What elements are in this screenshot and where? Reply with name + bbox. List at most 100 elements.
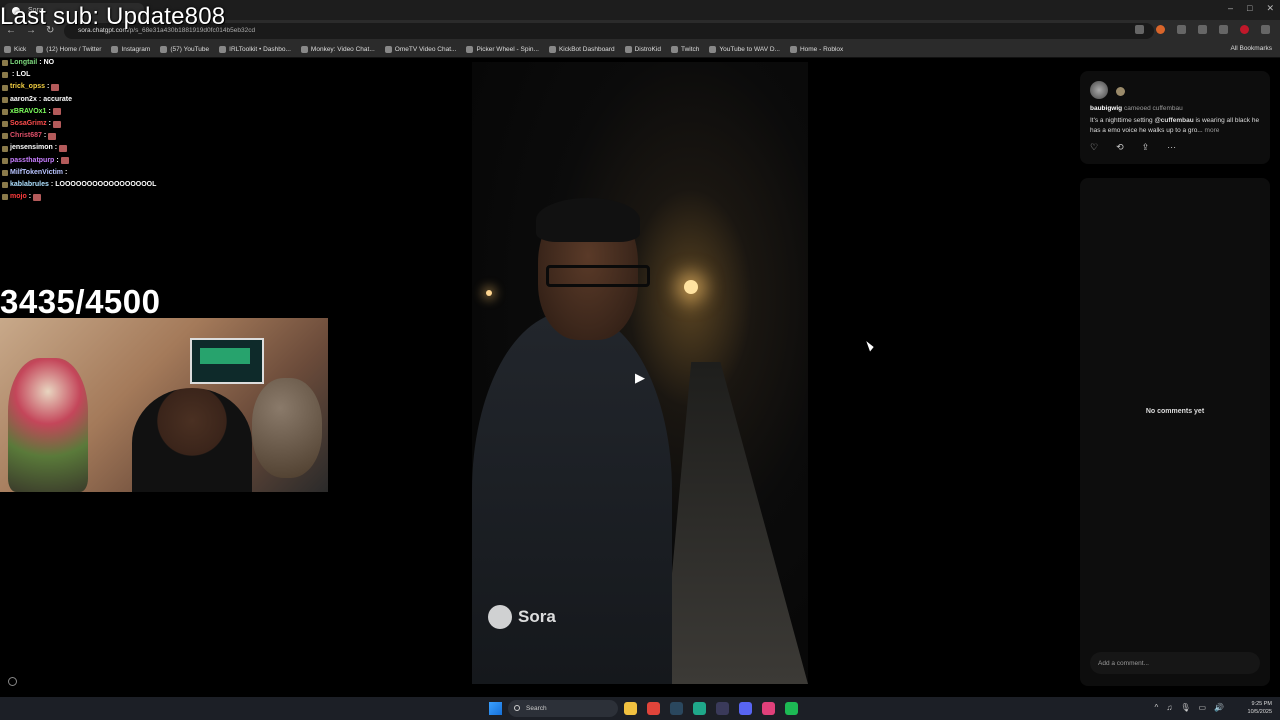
comment-input[interactable] xyxy=(1090,652,1260,674)
star-bookmark-icon[interactable] xyxy=(1135,25,1144,34)
bookmark-label: Instagram xyxy=(121,46,151,53)
tray-audio-app-icon[interactable]: ♫ xyxy=(1166,703,1172,712)
chat-badge-icon xyxy=(2,96,8,103)
settings-icon[interactable] xyxy=(8,677,17,686)
bookmark-label: Twitch xyxy=(680,46,700,53)
user-avatar[interactable] xyxy=(1090,81,1108,99)
share-icon[interactable]: ⇪ xyxy=(1142,142,1150,153)
chat-badge-icon xyxy=(2,84,8,91)
chat-separator: : xyxy=(38,95,42,103)
chat-emote-icon xyxy=(48,132,57,140)
tray-chevron-icon[interactable]: ^ xyxy=(1155,703,1159,712)
chat-text: accurate xyxy=(43,95,72,103)
bookmark-label: YouTube to WAV D... xyxy=(719,46,780,53)
chat-separator: : xyxy=(28,193,32,201)
bookmark-label: Home - Roblox xyxy=(799,46,844,53)
sora-watermark-text: Sora xyxy=(518,607,556,626)
chat-emote-icon xyxy=(52,108,61,116)
post-action: cameoed cuffembau xyxy=(1123,105,1183,112)
bookmark-item[interactable]: IRLToolkit • Dashbo... xyxy=(219,46,291,53)
app-pink-icon[interactable] xyxy=(762,702,775,715)
windows-start-icon[interactable] xyxy=(489,702,502,715)
menu-kebab-icon[interactable] xyxy=(1261,25,1270,34)
last-sub-overlay: Last sub: Update808 xyxy=(0,3,226,30)
app-green-icon[interactable] xyxy=(693,702,706,715)
remix-icon[interactable]: ⟲ xyxy=(1116,142,1124,153)
chat-message: jensensimon: xyxy=(2,142,322,154)
url-input[interactable]: sora.chatgpt.com/p/s_68e31a430b1881919d0… xyxy=(64,23,1154,39)
bookmark-item[interactable]: Monkey: Video Chat... xyxy=(300,46,375,53)
more-link[interactable]: more xyxy=(1205,127,1220,134)
sora-logo-icon xyxy=(488,605,512,629)
video-person-hair xyxy=(536,198,640,242)
bookmark-favicon-icon xyxy=(670,46,678,53)
extension-orange-icon[interactable] xyxy=(1156,25,1165,34)
chat-message: kablabrules: LOOOOOOOOOOOOOOOOOL xyxy=(2,179,322,191)
all-bookmarks-link[interactable]: All Bookmarks xyxy=(1230,45,1272,52)
chat-badge-icon xyxy=(2,182,8,189)
bookmark-label: IRLToolkit • Dashbo... xyxy=(229,46,291,53)
play-icon[interactable]: ▶ xyxy=(630,368,650,388)
chat-username: Christ687 xyxy=(10,132,42,140)
post-card: baubigwig cameoed cuffembau It's a night… xyxy=(1080,71,1270,164)
bookmark-label: (57) YouTube xyxy=(170,46,210,53)
bookmark-label: Monkey: Video Chat... xyxy=(310,46,375,53)
sidepanel-icon[interactable] xyxy=(1219,25,1228,34)
bookmark-item[interactable]: (12) Home / Twitter xyxy=(36,46,101,53)
downloads-icon[interactable] xyxy=(1198,25,1207,34)
microphone-icon[interactable]: 🎙 xyxy=(1180,703,1190,712)
like-icon[interactable]: ♡ xyxy=(1090,142,1098,153)
extensions-puzzle-icon[interactable] xyxy=(1177,25,1186,34)
bookmark-item[interactable]: Instagram xyxy=(111,46,150,53)
maximize-button[interactable]: □ xyxy=(1247,3,1252,14)
taskbar-search[interactable]: Search xyxy=(508,700,618,717)
bookmark-label: DistroKid xyxy=(634,46,661,53)
bookmark-item[interactable]: Kick xyxy=(4,46,26,53)
bookmark-favicon-icon xyxy=(300,46,308,53)
volume-icon[interactable]: 🔊 xyxy=(1214,703,1224,712)
bookmark-item[interactable]: Home - Roblox xyxy=(789,46,844,53)
close-window-button[interactable]: ✕ xyxy=(1266,3,1274,14)
video-streetlight xyxy=(684,280,698,294)
clown-decoration xyxy=(8,358,88,492)
chat-message: aaron2x: accurate xyxy=(2,94,322,106)
steam-icon[interactable] xyxy=(670,702,683,715)
bookmark-item[interactable]: DistroKid xyxy=(624,46,661,53)
file-explorer-icon[interactable] xyxy=(624,702,637,715)
bookmarks-bar: Kick (12) Home / Twitter Instagram (57) You… xyxy=(0,42,1280,58)
bookmark-item[interactable]: (57) YouTube xyxy=(160,46,209,53)
bookmark-item[interactable]: Picker Wheel - Spin... xyxy=(466,46,539,53)
bookmark-item[interactable]: OmeTV Video Chat... xyxy=(384,46,456,53)
cameo-avatar[interactable] xyxy=(1116,87,1125,96)
chat-badge-icon xyxy=(2,108,8,115)
caption-mention[interactable]: @cuffembau xyxy=(1154,117,1193,124)
obs-icon[interactable] xyxy=(716,702,729,715)
chat-message: SosaGrimz: xyxy=(2,118,322,130)
bookmark-label: KickBot Dashboard xyxy=(558,46,615,53)
chat-badge-icon xyxy=(2,121,8,128)
chrome-icon[interactable] xyxy=(647,702,660,715)
post-caption: It's a nighttime setting @cuffembau is w… xyxy=(1090,116,1262,136)
sub-goal-counter: 3435/4500 xyxy=(0,283,161,320)
spotify-icon[interactable] xyxy=(785,702,798,715)
display-icon[interactable]: ▭ xyxy=(1198,703,1206,712)
taskbar-clock[interactable]: 9:25 PM 10/5/2025 xyxy=(1248,700,1272,716)
clock-date: 10/5/2025 xyxy=(1247,709,1272,715)
bookmark-favicon-icon xyxy=(111,46,119,53)
minimize-button[interactable]: – xyxy=(1228,3,1233,14)
bookmark-item[interactable]: Twitch xyxy=(670,46,700,53)
windows-taskbar: Search ^ ♫ 🎙 ▭ 🔊 9:25 PM 10/5/2025 xyxy=(0,697,1280,720)
discord-icon[interactable] xyxy=(739,702,752,715)
more-options-icon[interactable]: ··· xyxy=(1167,142,1176,153)
chat-emote-icon xyxy=(60,157,69,165)
bookmark-item[interactable]: KickBot Dashboard xyxy=(548,46,615,53)
profile-avatar-icon[interactable] xyxy=(1240,25,1249,34)
sora-video-player[interactable]: ▶ Sora xyxy=(472,62,808,684)
chat-text: NO xyxy=(43,59,55,66)
chat-separator: : xyxy=(56,156,59,164)
chat-message: xBRAVOx1: xyxy=(2,106,322,118)
post-username[interactable]: baubigwig xyxy=(1090,105,1122,112)
chat-message: Christ687: xyxy=(2,130,322,142)
bookmark-item[interactable]: YouTube to WAV D... xyxy=(709,46,780,53)
chat-message: passthatpurp: xyxy=(2,155,322,167)
